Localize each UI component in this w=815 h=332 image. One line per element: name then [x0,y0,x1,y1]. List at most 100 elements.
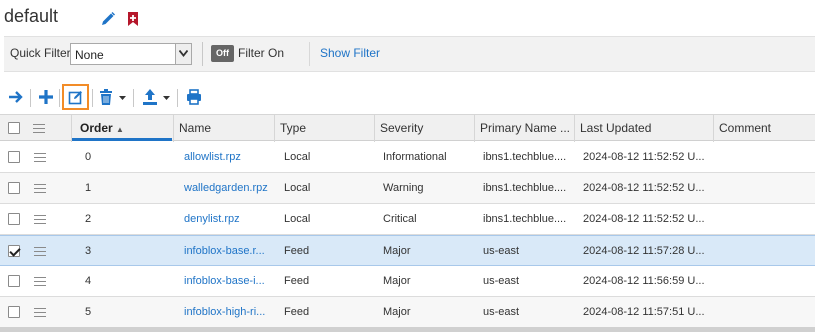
toolbar-separator [177,89,178,107]
cell-comment [721,266,811,296]
cell-severity: Major [383,245,411,257]
cell-last-updated: 2024-08-12 11:52:52 U... [583,151,705,163]
cell-name-link[interactable]: infoblox-base.r... [184,236,270,266]
cell-last-updated: 2024-08-12 11:52:52 U... [583,182,705,194]
drag-handle-icon[interactable] [34,247,46,256]
table-row[interactable]: 4 infoblox-base-i... Feed Major us-east 2024-… [0,266,815,297]
row-checkbox[interactable] [8,306,20,318]
column-last-updated[interactable]: Last Updated [575,115,714,142]
cell-primary-name: us-east [483,245,520,257]
sort-indicator-bar [72,138,172,141]
column-type[interactable]: Type [275,115,375,142]
cell-last-updated: 2024-08-12 11:52:52 U... [583,213,705,225]
column-primary-name[interactable]: Primary Name ... [475,115,575,142]
cell-type: Local [284,151,311,163]
cell-order: 5 [85,306,92,318]
cell-order: 2 [85,213,92,225]
drag-handle-icon [33,124,45,133]
quick-filter-label: Quick Filter [10,46,71,60]
cell-name-link[interactable]: allowlist.rpz [184,142,270,172]
row-checkbox[interactable] [8,151,20,163]
table-row[interactable]: 1 walledgarden.rpz Local Warning ibns1.techb… [0,173,815,204]
cell-type: Feed [284,306,310,318]
cell-comment [721,173,811,203]
cell-severity: Informational [383,151,447,163]
cell-comment [721,297,811,327]
upload-icon[interactable] [142,88,158,108]
caret-down-icon[interactable] [163,96,170,100]
print-icon[interactable] [186,88,202,108]
plus-icon[interactable] [38,88,54,108]
cell-name-link[interactable]: walledgarden.rpz [184,173,270,203]
cell-name-link[interactable]: denylist.rpz [184,204,270,234]
cell-comment [721,142,811,172]
cell-primary-name: ibns1.techblue.... [483,213,567,225]
table-header: Order ▲ Name Type Severity Primary Name … [0,114,815,142]
column-comment[interactable]: Comment [714,115,815,142]
toolbar-separator [133,89,134,107]
table-row[interactable]: 2 denylist.rpz Local Critical ibns1.techblue… [0,204,815,235]
cell-order: 0 [85,151,92,163]
column-name[interactable]: Name [174,115,275,142]
quick-filter-value: None [75,48,104,62]
cell-comment [721,204,811,234]
drag-handle-icon[interactable] [34,277,46,286]
page-title: default [4,6,59,26]
drag-handle-icon[interactable] [34,215,46,224]
cell-order: 4 [85,275,92,287]
cell-primary-name: ibns1.techblue.... [483,182,567,194]
cell-severity: Major [383,275,411,287]
pencil-icon[interactable] [100,11,116,27]
cell-last-updated: 2024-08-12 11:57:28 U... [583,245,705,257]
cell-type: Local [284,213,311,225]
cell-primary-name: us-east [483,275,520,287]
column-order-label: Order [80,121,113,135]
chevron-down-icon[interactable] [175,44,191,64]
cell-name-link[interactable]: infoblox-high-ri... [184,297,270,327]
row-checkbox[interactable] [8,213,20,225]
sort-asc-icon: ▲ [116,125,124,134]
header-select-all [0,115,28,142]
page-header: default [0,0,815,34]
quick-filter-select[interactable]: None [70,43,192,65]
filter-separator [309,42,310,66]
table-row[interactable]: 5 infoblox-high-ri... Feed Major us-east 2024… [0,297,815,328]
cell-type: Feed [284,275,310,287]
caret-down-icon[interactable] [119,96,126,100]
horizontal-scrollbar[interactable] [0,327,815,332]
filter-toggle[interactable]: Off [211,45,234,62]
edit-icon [68,89,84,108]
cell-severity: Critical [383,213,417,225]
row-checkbox[interactable] [8,182,20,194]
cell-comment [721,236,811,266]
toolbar-separator [92,89,93,107]
cell-name-link[interactable]: infoblox-base-i... [184,266,270,296]
filter-bar: Quick Filter None Off Filter On Show Fil… [4,36,815,72]
toolbar [4,84,815,112]
trash-icon[interactable] [99,88,113,108]
select-all-checkbox[interactable] [8,122,20,134]
column-severity[interactable]: Severity [375,115,475,142]
cell-type: Local [284,182,311,194]
header-drag [28,115,72,142]
cell-last-updated: 2024-08-12 11:57:51 U... [583,306,705,318]
drag-handle-icon[interactable] [34,184,46,193]
toolbar-separator [59,89,60,107]
drag-handle-icon[interactable] [34,153,46,162]
toolbar-separator [30,89,31,107]
cell-primary-name: us-east [483,306,520,318]
edit-button[interactable] [62,84,89,110]
bookmark-icon[interactable] [127,11,139,27]
row-checkbox[interactable] [8,275,20,287]
table-row[interactable]: 3 infoblox-base.r... Feed Major us-east 2024-… [0,235,815,266]
table-row[interactable]: 0 allowlist.rpz Local Informational ibns1.te… [0,142,815,173]
cell-type: Feed [284,245,310,257]
cell-severity: Warning [383,182,424,194]
cell-order: 1 [85,182,92,194]
drag-handle-icon[interactable] [34,308,46,317]
cell-order: 3 [85,245,92,257]
filter-separator [202,42,203,66]
row-checkbox[interactable] [8,245,20,257]
arrow-right-icon[interactable] [8,88,24,108]
show-filter-link[interactable]: Show Filter [320,46,380,60]
